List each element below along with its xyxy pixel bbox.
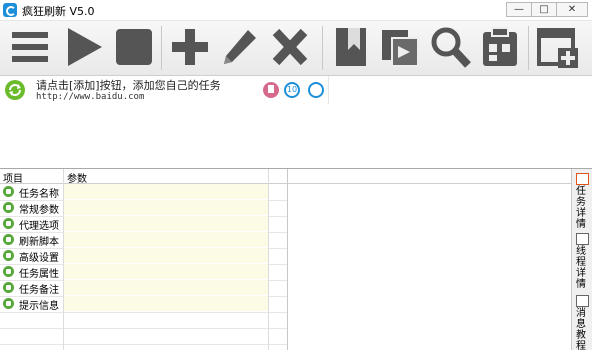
bookmark-button[interactable]: [330, 24, 374, 70]
window-plus-icon: [537, 28, 578, 68]
pencil-icon: [224, 30, 256, 64]
add-window-button[interactable]: [536, 24, 580, 70]
note-icon: [3, 282, 14, 293]
bookmark-icon: [336, 28, 366, 66]
tab-thread-details[interactable]: 线程详情: [572, 231, 592, 291]
import-button[interactable]: [378, 24, 422, 70]
x-icon: [272, 28, 308, 66]
toolbar-separator: [528, 26, 529, 70]
chat-icon: [3, 298, 14, 309]
magnifier-icon: [431, 27, 471, 68]
status-circle-icon: [308, 82, 324, 98]
tab-message-tutorial[interactable]: 消息教程: [572, 293, 592, 352]
grid-header: 项目 参数: [0, 169, 287, 185]
detail-panel: [288, 169, 571, 350]
flag-icon: [3, 266, 14, 277]
detail-header: [288, 169, 571, 184]
tab-task-details[interactable]: 任务详情: [572, 171, 592, 230]
window-icon: [576, 233, 589, 245]
column-divider: [63, 169, 64, 350]
person-icon: [3, 186, 14, 197]
side-tabs: 任务详情 线程详情 消息教程: [571, 169, 592, 352]
toolbar-separator: [322, 26, 323, 70]
column-divider: [268, 169, 269, 350]
grid-row-advanced[interactable]: 高级设置: [0, 248, 287, 265]
stop-button[interactable]: [112, 24, 156, 70]
import-icon: [382, 30, 419, 67]
add-button[interactable]: [168, 24, 212, 70]
menu-button[interactable]: [8, 24, 52, 70]
toolbar-separator: [161, 26, 162, 70]
title-bar: 疯狂刷新 V5.0 — □ ✕: [0, 0, 592, 21]
grid-row-general[interactable]: 常规参数: [0, 200, 287, 217]
refresh-icon: [5, 80, 25, 100]
grid-row-proxy[interactable]: 代理选项: [0, 216, 287, 233]
bookmark-badge-icon: [263, 82, 279, 98]
grid-row-attributes[interactable]: 任务属性: [0, 264, 287, 281]
script-icon: [3, 234, 14, 245]
stop-icon: [116, 29, 152, 65]
grid-row-script[interactable]: 刷新脚本: [0, 232, 287, 249]
count-badge: 10: [284, 82, 300, 98]
property-grid: 项目 参数 任务名称 常规参数 代理选项 刷新脚本 高级设置 任务属性 任务备注…: [0, 169, 288, 350]
list-icon: [3, 202, 14, 213]
task-title: 请点击[添加]按钮，添加您自己的任务: [36, 79, 221, 92]
layout-icon: [576, 295, 589, 307]
grid-row-notes[interactable]: 任务备注: [0, 280, 287, 297]
minimize-button[interactable]: —: [506, 2, 532, 17]
gear-icon: [3, 218, 14, 229]
delete-button[interactable]: [268, 24, 312, 70]
edit-button[interactable]: [218, 24, 262, 70]
column-header-param: 参数: [67, 174, 87, 185]
window-title: 疯狂刷新 V5.0: [22, 5, 95, 18]
task-item[interactable]: 请点击[添加]按钮，添加您自己的任务 http://www.baidu.com …: [0, 76, 329, 104]
grid-row-empty: [0, 312, 287, 329]
maximize-button[interactable]: □: [531, 2, 557, 17]
schedule-button[interactable]: [478, 24, 522, 70]
grid-row-empty: [0, 328, 287, 345]
search-button[interactable]: [428, 24, 472, 70]
calendar-icon: [576, 173, 589, 185]
start-button[interactable]: [62, 24, 106, 70]
grid-row-task-name[interactable]: 任务名称: [0, 184, 287, 201]
clipboard-icon: [483, 27, 517, 66]
app-logo-icon: [3, 3, 17, 17]
grid-row-tips[interactable]: 提示信息: [0, 296, 287, 313]
column-header-item: 项目: [3, 174, 23, 185]
task-url: http://www.baidu.com: [36, 92, 145, 102]
play-icon: [68, 28, 102, 66]
task-list: 请点击[添加]按钮，添加您自己的任务 http://www.baidu.com …: [0, 76, 592, 169]
hamburger-icon: [12, 32, 48, 62]
close-button[interactable]: ✕: [556, 2, 588, 17]
toolbar: [0, 21, 592, 76]
plus-icon: [172, 29, 208, 65]
settings-icon: [3, 250, 14, 261]
